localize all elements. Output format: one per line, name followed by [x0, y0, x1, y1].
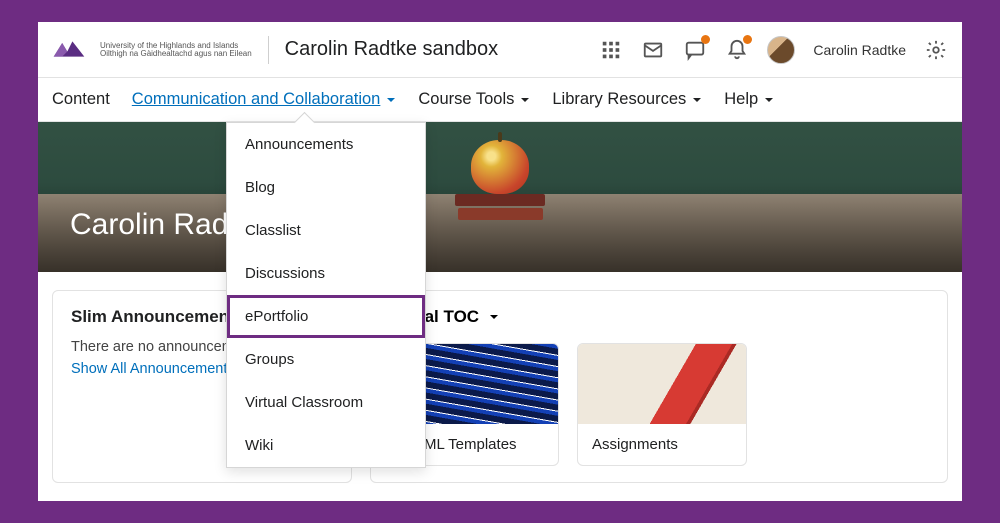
app-switcher-icon[interactable] [599, 38, 623, 62]
card-thumbnail [578, 344, 746, 424]
avatar[interactable] [767, 36, 795, 64]
nav-label: Course Tools [418, 90, 514, 109]
nav-label: Library Resources [552, 90, 686, 109]
communication-dropdown: Announcements Blog Classlist Discussions… [226, 122, 426, 468]
visual-toc-widget: Visual TOC HTML Templates Assignments [370, 290, 948, 483]
nav-label: Communication and Collaboration [132, 90, 381, 109]
header-right: Carolin Radtke [599, 36, 948, 64]
nav-library-resources[interactable]: Library Resources [552, 90, 702, 109]
chevron-down-icon [692, 95, 702, 105]
nav-help[interactable]: Help [724, 90, 774, 109]
nav-content[interactable]: Content [52, 90, 110, 109]
username[interactable]: Carolin Radtke [813, 42, 906, 58]
header-divider [268, 36, 269, 64]
toc-cards: HTML Templates Assignments [389, 343, 929, 466]
dropdown-classlist[interactable]: Classlist [227, 209, 425, 252]
notification-dot-icon [743, 35, 752, 44]
app-window: University of the Highlands and Islands … [38, 22, 962, 501]
nav-label: Content [52, 90, 110, 109]
dropdown-blog[interactable]: Blog [227, 166, 425, 209]
institution-logo[interactable] [52, 36, 84, 64]
bell-icon[interactable] [725, 38, 749, 62]
banner-apple-graphic [471, 140, 529, 194]
mail-icon[interactable] [641, 38, 665, 62]
chevron-down-icon [489, 312, 499, 322]
chevron-down-icon [520, 95, 530, 105]
dropdown-virtual-classroom[interactable]: Virtual Classroom [227, 381, 425, 424]
course-navbar: Content Communication and Collaboration … [38, 78, 962, 122]
content-area: Slim Announcements There are no announce… [38, 272, 962, 501]
banner-books-graphic [455, 194, 545, 222]
dropdown-eportfolio[interactable]: ePortfolio [227, 295, 425, 338]
nav-communication-collaboration[interactable]: Communication and Collaboration [132, 90, 397, 109]
nav-label: Help [724, 90, 758, 109]
institution-name: University of the Highlands and Islands … [100, 42, 252, 58]
chat-icon[interactable] [683, 38, 707, 62]
chevron-down-icon [764, 95, 774, 105]
top-header: University of the Highlands and Islands … [38, 22, 962, 78]
toc-card-assignments[interactable]: Assignments [577, 343, 747, 466]
dropdown-wiki[interactable]: Wiki [227, 424, 425, 467]
notification-dot-icon [701, 35, 710, 44]
card-label: Assignments [578, 424, 746, 465]
gear-icon[interactable] [924, 38, 948, 62]
header-left: University of the Highlands and Islands … [52, 36, 498, 64]
chevron-down-icon [386, 95, 396, 105]
course-banner: Carolin Radtke sandbox [38, 122, 962, 272]
dropdown-announcements[interactable]: Announcements [227, 123, 425, 166]
visual-toc-header[interactable]: Visual TOC [389, 307, 929, 327]
course-title[interactable]: Carolin Radtke sandbox [285, 38, 498, 61]
dropdown-groups[interactable]: Groups [227, 338, 425, 381]
nav-course-tools[interactable]: Course Tools [418, 90, 530, 109]
dropdown-discussions[interactable]: Discussions [227, 252, 425, 295]
